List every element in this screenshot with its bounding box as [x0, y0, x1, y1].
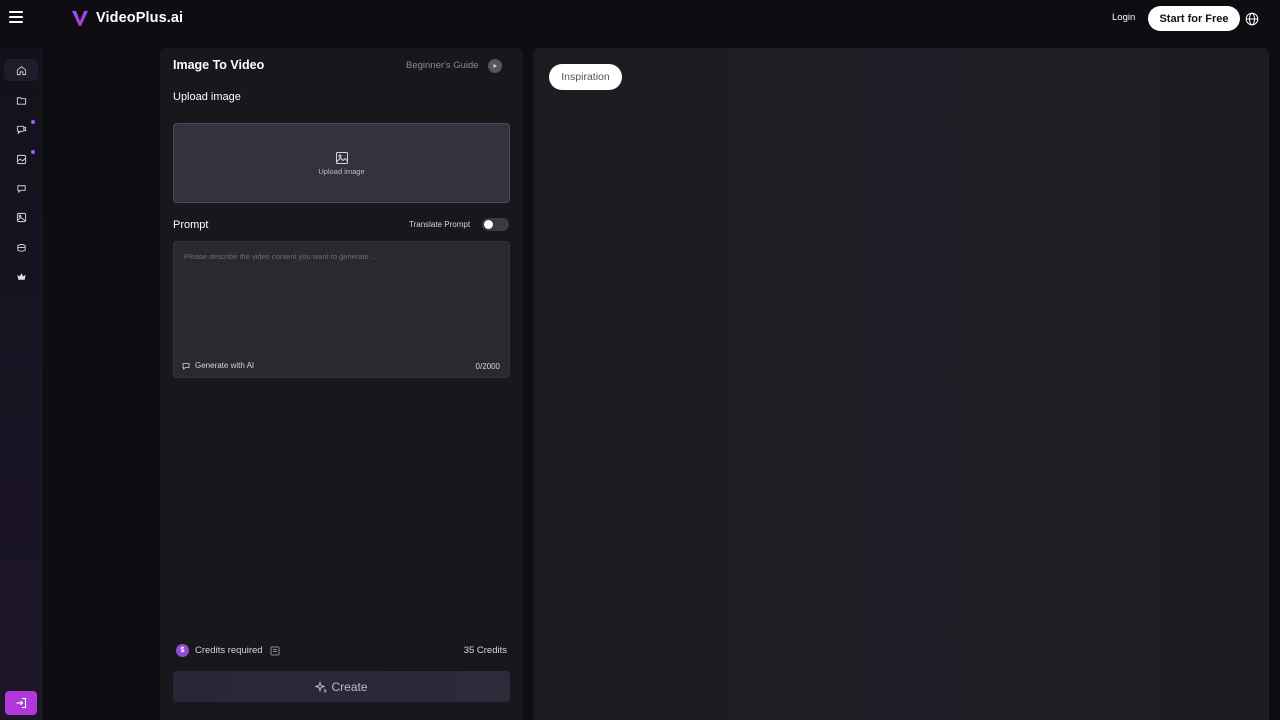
- sidebar-item-files[interactable]: [4, 89, 38, 111]
- hamburger-menu-icon[interactable]: [9, 11, 23, 25]
- inspiration-tab[interactable]: Inspiration: [549, 64, 622, 90]
- prompt-label: Prompt: [173, 219, 209, 231]
- inspiration-panel: Inspiration: [533, 48, 1269, 720]
- sidebar-item-chat[interactable]: [4, 177, 38, 199]
- upload-box-label: Upload image: [318, 166, 365, 176]
- create-button-label: Create: [331, 679, 368, 694]
- toggle-knob: [484, 220, 493, 229]
- sidebar-login-button[interactable]: [5, 691, 37, 715]
- translate-prompt-toggle[interactable]: [482, 218, 509, 231]
- translate-prompt-label: Translate Prompt: [409, 220, 471, 229]
- image-upload-icon: [335, 151, 348, 164]
- prompt-container: Generate with AI 0/2000: [173, 241, 510, 378]
- login-link[interactable]: Login: [1112, 12, 1135, 23]
- start-for-free-button[interactable]: Start for Free: [1148, 6, 1240, 31]
- sparkle-icon: [315, 680, 328, 693]
- play-icon[interactable]: [488, 59, 502, 73]
- left-sidebar: [0, 48, 42, 720]
- crown-icon: [16, 272, 26, 280]
- upload-image-dropzone[interactable]: Upload image: [173, 123, 510, 203]
- video-chat-icon: [16, 125, 26, 134]
- login-arrow-icon: [16, 697, 27, 709]
- box-icon: [16, 243, 26, 252]
- videoplus-logo-icon: [72, 11, 88, 26]
- language-globe-icon[interactable]: [1245, 12, 1259, 26]
- new-badge-dot: [31, 150, 35, 154]
- prompt-textarea[interactable]: [174, 242, 509, 355]
- sidebar-item-assets[interactable]: [4, 236, 38, 258]
- image-to-video-panel: Image To Video Beginner's Guide Upload i…: [160, 48, 523, 720]
- credits-row: $ Credits required 35 Credits: [176, 643, 507, 659]
- sparkle-chat-icon: [182, 362, 190, 370]
- brand-logo[interactable]: VideoPlus.ai: [70, 8, 183, 28]
- page-title: Image To Video: [173, 58, 265, 72]
- generate-with-ai-button[interactable]: Generate with AI: [182, 361, 254, 370]
- image-gallery-icon: [16, 212, 26, 222]
- sidebar-item-home[interactable]: [4, 59, 38, 81]
- upload-section-label: Upload image: [173, 91, 241, 103]
- credits-value: 35 Credits: [463, 645, 507, 656]
- image-video-icon: [16, 154, 26, 164]
- character-counter: 0/2000: [475, 362, 500, 371]
- sidebar-item-premium[interactable]: [4, 265, 38, 287]
- folder-icon: [16, 96, 26, 105]
- top-bar: VideoPlus.ai Login Start for Free: [0, 0, 1280, 36]
- credits-required-label: Credits required: [195, 645, 263, 656]
- credits-info-icon[interactable]: [269, 645, 281, 657]
- create-button[interactable]: Create: [173, 671, 510, 702]
- new-badge-dot: [31, 120, 35, 124]
- beginners-guide-link[interactable]: Beginner's Guide: [406, 60, 479, 71]
- chat-bubble-icon: [16, 184, 26, 193]
- home-icon: [16, 65, 26, 75]
- credit-coin-icon: $: [176, 644, 189, 657]
- brand-name: VideoPlus.ai: [96, 10, 184, 26]
- generate-with-ai-label: Generate with AI: [195, 361, 255, 370]
- sidebar-item-gallery[interactable]: [4, 206, 38, 228]
